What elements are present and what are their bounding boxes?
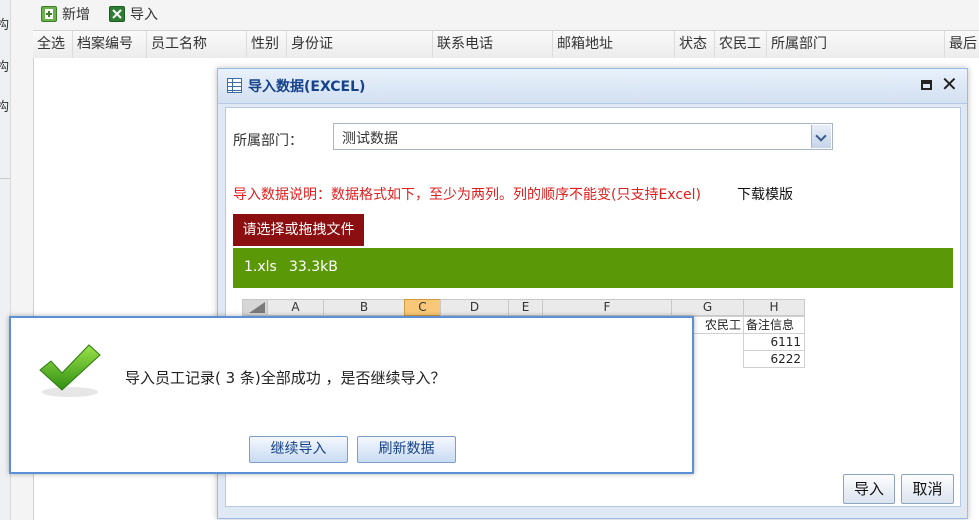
col-email[interactable]: 邮箱地址 <box>553 31 675 58</box>
nav-char[interactable]: 构 <box>0 56 9 75</box>
file-item[interactable]: 1.xls 33.3kB <box>233 248 953 288</box>
sheet-cell: 备注信息 <box>743 316 805 334</box>
file-size: 33.3kB <box>289 259 338 275</box>
import-label: 导入 <box>130 7 158 23</box>
add-label: 新增 <box>62 7 90 23</box>
sheet-cell: 6222 <box>743 350 805 368</box>
sheet-col-header: B <box>323 299 405 316</box>
maximize-icon[interactable] <box>921 80 932 90</box>
confirm-message: 导入员工记录( 3 条)全部成功 ，是否继续导入？ <box>125 369 446 387</box>
col-phone[interactable]: 联系电话 <box>433 31 553 58</box>
col-migrant[interactable]: 农民工 <box>715 31 767 58</box>
col-select-all[interactable]: 全选 <box>33 31 73 58</box>
refresh-data-button[interactable]: 刷新数据 <box>357 436 456 463</box>
grid-header: 全选 档案编号 员工名称 性别 身份证 联系电话 邮箱地址 状态 农民工 所属部… <box>33 30 979 59</box>
col-employee-name[interactable]: 员工名称 <box>147 31 247 58</box>
dept-select-value: 测试数据 <box>342 131 398 147</box>
sheet-col-header: H <box>743 299 805 316</box>
import-button[interactable]: 导入 <box>109 3 158 25</box>
dialog-title: 导入数据(EXCEL) <box>248 79 366 95</box>
sheet-cell: 6111 <box>743 333 805 351</box>
sheet-col-header: C <box>404 299 441 316</box>
sheet-col-header: F <box>542 299 672 316</box>
col-id-card[interactable]: 身份证 <box>287 31 433 58</box>
col-status[interactable]: 状态 <box>675 31 715 58</box>
import-submit-button[interactable]: 导入 <box>843 474 895 504</box>
col-file-no[interactable]: 档案编号 <box>73 31 147 58</box>
chevron-down-icon[interactable] <box>811 125 831 148</box>
nav-char[interactable]: 构 <box>0 14 9 33</box>
sheet-corner <box>242 299 268 316</box>
dept-select[interactable]: 测试数据 <box>333 123 833 150</box>
divider <box>0 178 10 179</box>
dialog-titlebar[interactable]: 导入数据(EXCEL) ✕ <box>218 69 967 104</box>
sheet-col-header: E <box>508 299 543 316</box>
import-note: 导入数据说明：数据格式如下，至少为两列。列的顺序不能变(只支持Excel) <box>233 187 702 203</box>
sheet-col-header: G <box>671 299 744 316</box>
sheet-col-header: A <box>267 299 324 316</box>
continue-import-button[interactable]: 继续导入 <box>249 436 348 463</box>
nav-char[interactable]: 构 <box>0 96 9 115</box>
cancel-button[interactable]: 取消 <box>901 474 954 504</box>
sheet-col-header: D <box>440 299 509 316</box>
pick-file-button[interactable]: 请选择或拖拽文件 <box>233 214 364 246</box>
toolbar: 新增 导入 <box>33 0 979 30</box>
close-icon[interactable]: ✕ <box>941 74 958 94</box>
file-name: 1.xls <box>244 259 277 275</box>
add-button[interactable]: 新增 <box>41 3 90 25</box>
col-department[interactable]: 所属部门 <box>767 31 945 58</box>
confirm-dialog: 导入员工记录( 3 条)全部成功 ，是否继续导入？ 继续导入 刷新数据 <box>9 316 694 474</box>
col-last[interactable]: 最后 <box>945 31 979 58</box>
dept-label: 所属部门： <box>233 133 303 149</box>
col-gender[interactable]: 性别 <box>247 31 287 58</box>
table-icon <box>227 78 242 93</box>
checkmark-icon <box>39 344 101 397</box>
add-icon <box>41 6 57 22</box>
excel-icon <box>109 6 125 22</box>
download-template-link[interactable]: 下载模版 <box>737 184 793 204</box>
